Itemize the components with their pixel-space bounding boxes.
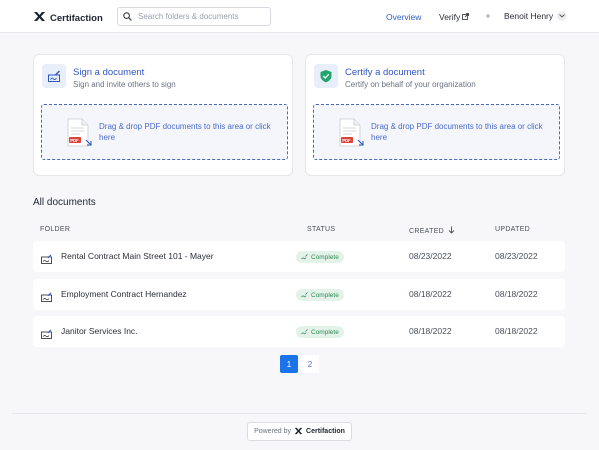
created-date: 08/18/2022 [409, 326, 452, 336]
footer-divider [12, 413, 587, 414]
powered-by-brand: Certifaction [306, 428, 345, 435]
column-header-created-label: CREATED [409, 227, 445, 235]
column-header-created[interactable]: CREATED [409, 226, 455, 236]
status-label: Complete [311, 328, 339, 336]
status-label: Complete [311, 291, 339, 299]
certify-card-title[interactable]: Certify a document [345, 67, 425, 78]
app-logo[interactable]: Certifaction [33, 9, 103, 27]
document-name[interactable]: Janitor Services Inc. [61, 326, 138, 336]
status-badge: Complete [296, 289, 344, 301]
document-name[interactable]: Rental Contract Main Street 101 - Mayer [61, 251, 214, 261]
signature-icon [301, 329, 308, 335]
sign-document-card: Sign a document Sign and invite others t… [33, 54, 293, 176]
powered-by-label: Powered by [254, 428, 292, 435]
column-header-status: STATUS [307, 226, 336, 233]
certify-document-card: Certify a document Certify on behalf of … [305, 54, 565, 176]
search-input[interactable] [138, 12, 263, 21]
arrow-down-icon [448, 226, 455, 236]
created-date: 08/23/2022 [409, 251, 452, 261]
top-navigation-bar: Certifaction Overview Verify Benoit Henr… [0, 0, 599, 33]
page-button-1[interactable]: 1 [280, 355, 298, 373]
all-documents-heading: All documents [33, 197, 96, 208]
column-header-folder: FOLDER [40, 226, 71, 233]
search-icon [123, 8, 132, 26]
nav-verify-link[interactable]: Verify [439, 12, 470, 22]
shield-check-icon [314, 64, 338, 88]
table-row[interactable]: Janitor Services Inc. Complete 08/18/202… [33, 316, 565, 347]
certifaction-logo-icon [33, 9, 46, 27]
certify-drop-text: Drag & drop PDF documents to this area o… [371, 122, 543, 142]
pdf-file-icon: PDF [66, 118, 92, 153]
table-row[interactable]: Employment Contract Hernandez Complete 0… [33, 279, 565, 310]
signature-icon [41, 251, 52, 269]
status-badge: Complete [296, 251, 344, 263]
document-name[interactable]: Employment Contract Hernandez [61, 289, 187, 299]
page-button-2[interactable]: 2 [301, 355, 319, 373]
user-name: Benoit Henry [504, 11, 554, 21]
status-label: Complete [311, 253, 339, 261]
signature-icon [301, 292, 308, 298]
table-row[interactable]: Rental Contract Main Street 101 - Mayer … [33, 241, 565, 272]
certify-card-subtitle: Certify on behalf of your organization [345, 80, 476, 89]
user-menu[interactable]: Benoit Henry [504, 11, 568, 21]
status-dot [486, 14, 490, 18]
svg-text:PDF: PDF [70, 138, 79, 143]
search-box[interactable] [117, 7, 271, 26]
powered-by-badge[interactable]: Powered by Certifaction [247, 422, 352, 441]
signature-icon [301, 254, 308, 260]
app-name: Certifaction [50, 12, 103, 24]
updated-date: 08/23/2022 [495, 251, 538, 261]
updated-date: 08/18/2022 [495, 289, 538, 299]
sign-drop-text: Drag & drop PDF documents to this area o… [99, 122, 271, 142]
sign-document-icon [42, 64, 66, 88]
signature-icon [41, 289, 52, 307]
sign-card-subtitle: Sign and invite others to sign [73, 80, 176, 89]
certify-drop-zone[interactable]: PDF Drag & drop PDF documents to this ar… [313, 104, 560, 160]
certifaction-logo-icon [294, 427, 303, 437]
column-header-updated: UPDATED [495, 226, 531, 233]
sign-card-title[interactable]: Sign a document [73, 67, 144, 78]
updated-date: 08/18/2022 [495, 326, 538, 336]
nav-verify-label: Verify [439, 12, 461, 22]
external-link-icon [462, 12, 470, 22]
signature-icon [41, 326, 52, 344]
nav-overview-link[interactable]: Overview [386, 12, 421, 22]
status-badge: Complete [296, 326, 344, 338]
sign-drop-zone[interactable]: PDF Drag & drop PDF documents to this ar… [41, 104, 288, 160]
svg-text:PDF: PDF [342, 138, 351, 143]
created-date: 08/18/2022 [409, 289, 452, 299]
pdf-file-icon: PDF [338, 118, 364, 153]
chevron-down-icon [557, 11, 568, 21]
